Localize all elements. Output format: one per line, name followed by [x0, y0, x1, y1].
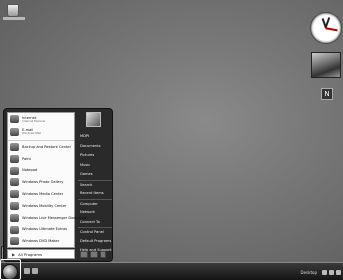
program-name: Windows Ultimate Extras — [22, 227, 68, 232]
places-item-documents[interactable]: Documents — [78, 142, 112, 152]
slideshow-gadget[interactable] — [311, 52, 341, 78]
messenger-icon — [10, 213, 19, 222]
user-picture[interactable] — [86, 112, 101, 127]
recycle-bin-label — [3, 17, 25, 20]
quick-launch — [24, 268, 38, 274]
recent-program[interactable]: Windows Photo Gallery — [8, 176, 74, 188]
places-item-games[interactable]: Games — [78, 170, 112, 180]
places-item-search[interactable]: Search — [78, 179, 112, 190]
recent-program[interactable]: Paint — [8, 153, 74, 165]
program-name: Windows Mobility Center — [22, 203, 67, 208]
places-item-pictures[interactable]: Pictures — [78, 151, 112, 161]
start-button-highlight — [0, 259, 21, 280]
all-programs-button[interactable]: ▶ All Programs — [7, 249, 75, 259]
security-icon[interactable] — [336, 269, 341, 275]
program-name: Windows Live Messenger Download — [22, 215, 87, 220]
start-menu: Internet Internet Explorer E-mail Window… — [3, 108, 113, 262]
network-icon[interactable] — [322, 269, 327, 275]
places-item-user[interactable]: MDPI — [78, 132, 112, 142]
program-name: Notepad — [22, 168, 38, 173]
places-item-music[interactable]: Music — [78, 161, 112, 171]
clock-gadget[interactable] — [310, 12, 342, 44]
bin-graphic — [7, 4, 19, 17]
recent-program[interactable]: Backup and Restore Center — [8, 141, 74, 153]
windows-sidebar: N — [307, 0, 343, 270]
program-name: Windows Media Center — [22, 192, 64, 197]
feed-headlines-gadget[interactable]: N — [321, 88, 333, 100]
lock-icon[interactable] — [90, 250, 98, 258]
recent-program[interactable]: Windows Mobility Center — [8, 200, 74, 212]
internet-explorer-icon — [10, 115, 19, 123]
photo-gallery-icon — [10, 178, 19, 187]
show-desktop-icon[interactable] — [24, 268, 30, 274]
pinned-item-internet[interactable]: Internet Internet Explorer — [8, 113, 74, 126]
places-list: MDPI Documents Pictures Music Games Sear… — [78, 132, 112, 256]
places-item-default-programs[interactable]: Default Programs — [78, 237, 112, 247]
places-item-network[interactable]: Network — [78, 208, 112, 218]
places-item-control-panel[interactable]: Control Panel — [78, 227, 112, 237]
clock-second-hand — [325, 27, 338, 31]
recent-program[interactable]: Windows Media Center — [8, 188, 74, 200]
mobility-center-icon — [10, 201, 19, 210]
power-icon[interactable] — [80, 250, 88, 258]
switch-windows-icon[interactable] — [32, 268, 38, 274]
paint-icon — [10, 154, 19, 163]
arrow-right-icon: ▶ — [12, 251, 16, 257]
taskbar: Desktop — [0, 262, 343, 280]
windows-mail-icon — [10, 127, 19, 136]
all-programs-label: All Programs — [18, 251, 42, 257]
tray-label[interactable]: Desktop — [301, 270, 318, 275]
program-name: Windows DVD Maker — [22, 239, 60, 244]
power-controls — [78, 249, 112, 259]
recent-program[interactable]: Notepad — [8, 165, 74, 177]
recent-program[interactable]: Windows Live Messenger Download — [8, 212, 87, 224]
places-item-recent[interactable]: Recent Items — [78, 189, 112, 199]
programs-pane: Internet Internet Explorer E-mail Window… — [7, 112, 87, 248]
shutdown-options-icon[interactable] — [100, 250, 106, 258]
recent-program[interactable]: Windows Ultimate Extras — [8, 224, 74, 236]
backup-icon — [10, 143, 19, 151]
pinned-programs: Internet Internet Explorer E-mail Window… — [8, 113, 74, 141]
pinned-sub: Windows Mail — [22, 131, 42, 136]
feed-icon: N — [324, 90, 330, 98]
recent-program[interactable]: Windows DVD Maker — [8, 235, 74, 247]
pinned-item-email[interactable]: E-mail Windows Mail — [8, 126, 74, 139]
pinned-sub: Internet Explorer — [22, 118, 46, 123]
media-center-icon — [10, 190, 19, 199]
notepad-icon — [10, 166, 19, 175]
program-name: Backup and Restore Center — [22, 144, 72, 149]
places-item-computer[interactable]: Computer — [78, 198, 112, 209]
notification-area: Desktop — [301, 266, 341, 278]
program-name: Paint — [22, 156, 31, 161]
recycle-bin-icon[interactable] — [3, 2, 25, 22]
program-name: Windows Photo Gallery — [22, 180, 64, 185]
ultimate-extras-icon — [10, 225, 19, 234]
volume-icon[interactable] — [329, 269, 334, 275]
places-item-connect[interactable]: Connect To — [78, 218, 112, 228]
dvd-maker-icon — [10, 237, 19, 246]
